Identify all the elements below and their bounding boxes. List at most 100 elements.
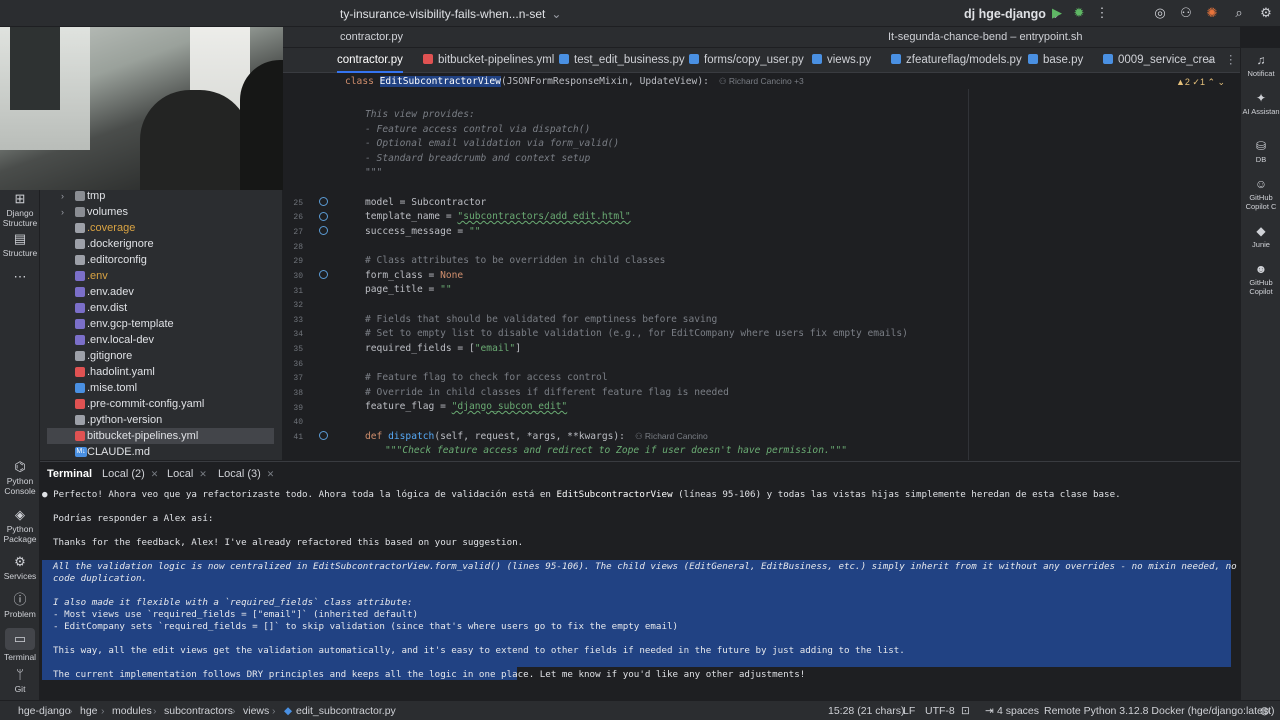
tree-item-label: .env.dist — [87, 302, 128, 314]
tree-item-label: .gitignore — [87, 350, 133, 362]
notifications-tool[interactable]: ♫ Notificat — [1241, 54, 1280, 79]
tree-item-env[interactable]: .env — [40, 268, 282, 284]
tree-item-bitbucket-pipelines[interactable]: bitbucket-pipelines.yml — [47, 428, 274, 444]
more-actions-icon[interactable]: ⋮ — [1094, 5, 1110, 21]
tree-item-pre-commit[interactable]: .pre-commit-config.yaml — [40, 396, 282, 412]
tab-contractor[interactable]: contractor.py — [337, 48, 403, 73]
structure-icon: ▤ — [13, 231, 27, 246]
tab-test-edit-business[interactable]: test_edit_business.py — [559, 48, 685, 73]
tree-item-env-adev[interactable]: .env.adev — [40, 284, 282, 300]
breadcrumb-item[interactable]: modules — [112, 705, 152, 717]
tree-item-env-local-dev[interactable]: .env.local-dev — [40, 332, 282, 348]
notifications-icon[interactable]: ◍ — [1260, 705, 1269, 717]
terminal-tab-title[interactable]: Terminal — [47, 468, 92, 480]
line-number: 29 — [293, 257, 303, 266]
blame-annotation: ⚇ Richard Cancino — [635, 431, 708, 441]
override-gutter-icon[interactable] — [319, 226, 328, 235]
project-selector[interactable]: dj hge-django ⌄ — [964, 6, 1060, 21]
tool-label: AI Assistan — [1242, 107, 1280, 116]
tree-item-tmp[interactable]: › tmp — [40, 190, 282, 204]
tab-zfeatureflag-models[interactable]: zfeatureflag/models.py — [891, 48, 1022, 73]
terminal-tab-local-3[interactable]: Local (3) ✕ — [218, 468, 274, 480]
breadcrumb-item[interactable]: hge — [80, 705, 98, 717]
ai-icon[interactable]: ✺ — [1204, 5, 1220, 21]
tree-item-volumes[interactable]: › volumes — [40, 204, 282, 220]
breadcrumb-item[interactable]: edit_subcontractor.py — [296, 705, 396, 717]
terminal-tool[interactable]: ▭ Terminal — [0, 628, 40, 662]
breadcrumb-item[interactable]: subcontractors — [164, 705, 233, 717]
terminal-tab-local[interactable]: Local ✕ — [167, 468, 207, 480]
folder-icon — [75, 207, 85, 217]
copilot-chat-tool[interactable]: ☺ GitHub Copilot C — [1241, 178, 1280, 212]
problems-tool[interactable]: ⓘ Problem — [0, 593, 40, 620]
tree-item-mise[interactable]: .mise.toml — [40, 380, 282, 396]
project-tree: › tmp › volumes .coverage .dockerignore .e… — [40, 190, 283, 460]
caret-position[interactable]: 15:28 (21 chars) — [828, 705, 904, 717]
database-tool[interactable]: ⛁ DB — [1241, 140, 1280, 165]
terminal-line: - Most views use `required_fields = ["em… — [53, 609, 419, 620]
docstring-line: - Standard breadcrumb and context setup — [365, 153, 591, 164]
tab-base[interactable]: base.py — [1028, 48, 1083, 73]
tree-item-label: .editorconfig — [87, 254, 147, 266]
tab-0009-service[interactable]: 0009_service_crea — [1103, 48, 1215, 73]
add-user-icon[interactable]: ⚇ — [1178, 5, 1194, 21]
tree-item-claude-md[interactable]: M↓ CLAUDE.md — [40, 444, 282, 460]
run-config-strip: contractor.py It-segunda-chance-bend – e… — [283, 27, 1240, 48]
structure-tool[interactable]: ▤ Structure — [0, 231, 40, 259]
python-interpreter[interactable]: Remote Python 3.12.8 Docker (hge/django:… — [1044, 705, 1275, 717]
terminal-highlight: EditSubcontractorView — [556, 489, 673, 500]
override-gutter-icon[interactable] — [319, 197, 328, 206]
more-tools[interactable]: ⋯ — [0, 270, 40, 286]
tabs-more-icon[interactable]: ⋮ — [1225, 48, 1237, 73]
terminal-tab-local-2[interactable]: Local (2) ✕ — [102, 468, 158, 480]
tree-item-env-dist[interactable]: .env.dist — [40, 300, 282, 316]
tree-item-gitignore[interactable]: .gitignore — [40, 348, 282, 364]
tree-item-env-gcp[interactable]: .env.gcp-template — [40, 316, 282, 332]
env-file-icon — [75, 303, 85, 313]
override-gutter-icon[interactable] — [319, 270, 328, 279]
debug-icon[interactable]: ✹ — [1071, 5, 1087, 21]
search-icon[interactable]: ⌕ — [1231, 5, 1247, 21]
tree-item-coverage[interactable]: .coverage — [40, 220, 282, 236]
file-icon — [75, 223, 85, 233]
comment-line: # Override in child classes if different… — [365, 387, 729, 398]
services-tool[interactable]: ⚙ Services — [0, 555, 40, 582]
breadcrumb-item[interactable]: hge-django — [18, 705, 71, 717]
close-icon[interactable]: ✕ — [199, 469, 207, 479]
close-icon[interactable]: ✕ — [151, 469, 159, 479]
copilot-tool[interactable]: ☻ GitHub Copilot — [1241, 263, 1280, 297]
breadcrumb-item[interactable]: views — [243, 705, 269, 717]
junie-tool[interactable]: ◆ Junie — [1241, 225, 1280, 250]
tool-label: Problem — [4, 609, 36, 619]
python-console-tool[interactable]: ⌬ Python Console — [0, 460, 40, 497]
tab-bitbucket-pipelines[interactable]: bitbucket-pipelines.yml — [423, 48, 554, 73]
code-editor[interactable]: class EditSubcontractorView(JSONFormResp… — [283, 73, 1240, 460]
keyword: def — [365, 431, 389, 442]
python-file-icon — [1103, 54, 1113, 64]
tab-views[interactable]: views.py — [812, 48, 871, 73]
git-tool[interactable]: ᛘ Git — [0, 668, 40, 695]
tree-item-dockerignore[interactable]: .dockerignore — [40, 236, 282, 252]
line-separator[interactable]: LF — [903, 705, 915, 717]
tab-copy-user[interactable]: forms/copy_user.py — [689, 48, 804, 73]
ai-assistant-tool[interactable]: ✦ AI Assistan — [1241, 92, 1280, 117]
override-gutter-icon[interactable] — [319, 212, 328, 221]
file-encoding[interactable]: UTF-8 — [925, 705, 955, 717]
indent-setting[interactable]: 4 spaces — [997, 705, 1039, 717]
branch-selector[interactable]: ty-insurance-visibility-fails-when...n-s… — [340, 7, 561, 21]
run-icon[interactable]: ▶ — [1049, 5, 1065, 21]
settings-icon[interactable]: ⚙ — [1258, 5, 1274, 21]
inspection-widget[interactable]: ▲2 ✓1 ⌃ ⌄ — [1176, 77, 1225, 88]
run-config-label[interactable]: It-segunda-chance-bend – entrypoint.sh — [888, 31, 1082, 43]
django-structure-tool[interactable]: ⊞ Django Structure — [0, 192, 40, 229]
python-package-tool[interactable]: ◈ Python Package — [0, 508, 40, 545]
tree-item-hadolint[interactable]: .hadolint.yaml — [40, 364, 282, 380]
tree-item-python-version[interactable]: .python-version — [40, 412, 282, 428]
close-icon[interactable]: ✕ — [267, 469, 275, 479]
tool-label: Django Structure — [2, 208, 38, 228]
tabs-overflow-icon[interactable]: ⌄ — [1205, 48, 1215, 73]
override-gutter-icon[interactable] — [319, 431, 328, 440]
tree-item-editorconfig[interactable]: .editorconfig — [40, 252, 282, 268]
readonly-lock-icon[interactable]: ⊡ — [961, 705, 970, 717]
code-with-me-icon[interactable]: ◎ — [1152, 5, 1168, 21]
